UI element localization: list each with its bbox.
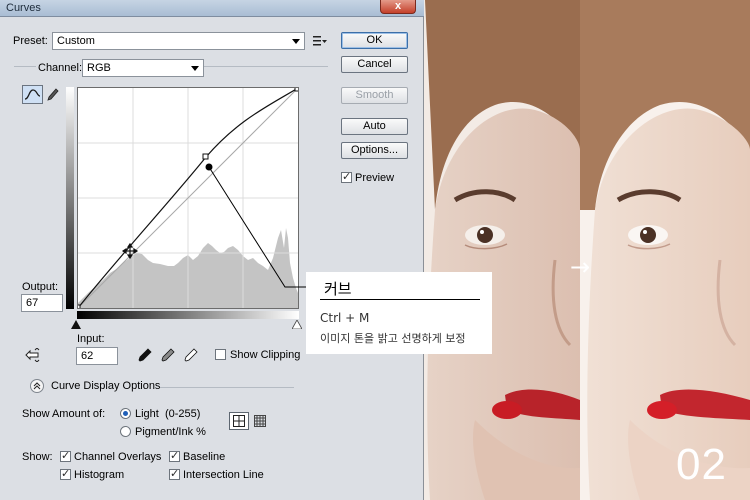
- pencil-icon[interactable]: [45, 86, 61, 103]
- ok-button[interactable]: OK: [341, 32, 408, 49]
- channel-select[interactable]: RGB: [82, 59, 204, 77]
- output-label: Output:: [22, 281, 59, 293]
- after-photo: [580, 0, 750, 500]
- simple-grid-icon[interactable]: [229, 412, 249, 430]
- baseline-label: Baseline: [183, 451, 226, 463]
- curve-point-tool-icon[interactable]: [22, 85, 43, 104]
- channel-overlays-label: Channel Overlays: [74, 451, 162, 463]
- callout-title: 커브: [324, 280, 352, 298]
- preset-select[interactable]: Custom: [52, 32, 305, 50]
- options-button[interactable]: Options...: [341, 142, 408, 159]
- black-point-eyedropper-icon[interactable]: [137, 347, 153, 363]
- callout-rule: [320, 299, 480, 300]
- light-radio[interactable]: [120, 408, 131, 419]
- options-separator: [160, 387, 294, 388]
- curve-point-white[interactable]: [294, 86, 300, 92]
- input-field[interactable]: 62: [76, 347, 118, 365]
- input-gradient-bar: [77, 311, 299, 319]
- callout-description: 이미지 톤을 밝고 선명하게 보정: [320, 332, 466, 345]
- preview-label: Preview: [355, 172, 395, 184]
- before-after-arrow: →: [569, 253, 591, 281]
- histogram-label: Histogram: [74, 469, 125, 481]
- before-photo: [415, 0, 580, 500]
- detailed-grid-icon[interactable]: [252, 412, 268, 430]
- show-clipping-checkbox[interactable]: [215, 349, 226, 360]
- cancel-button[interactable]: Cancel: [341, 56, 408, 73]
- show-label: Show:: [22, 451, 53, 463]
- pigment-radio[interactable]: [120, 426, 131, 437]
- baseline-checkbox[interactable]: [169, 449, 180, 462]
- input-label: Input:: [77, 333, 105, 345]
- smooth-button[interactable]: Smooth: [341, 87, 408, 104]
- callout-shortcut: Ctrl + M: [320, 311, 370, 325]
- auto-button[interactable]: Auto: [341, 118, 408, 135]
- collapse-options-icon[interactable]: [30, 379, 44, 393]
- show-amount-label: Show Amount of:: [22, 408, 106, 420]
- gray-point-eyedropper-icon[interactable]: [160, 347, 176, 363]
- curve-point-mid[interactable]: [202, 153, 209, 160]
- curve-display-options-label[interactable]: Curve Display Options: [51, 380, 160, 392]
- channel-value: RGB: [87, 62, 111, 74]
- chevron-down-icon: [191, 66, 199, 71]
- channel-overlays-checkbox[interactable]: [60, 449, 71, 462]
- output-field[interactable]: 67: [21, 294, 63, 312]
- preset-value: Custom: [57, 35, 95, 47]
- output-gradient-bar: [66, 87, 74, 309]
- preset-label: Preset:: [13, 35, 48, 47]
- white-point-slider[interactable]: [292, 320, 302, 329]
- preview-checkbox[interactable]: [341, 170, 352, 183]
- curve-graph[interactable]: [75, 86, 300, 310]
- white-point-eyedropper-icon[interactable]: [183, 347, 199, 363]
- black-point-slider[interactable]: [71, 320, 81, 329]
- curves-dialog: Curves x Preset: Custom Channel: RGB Out…: [0, 0, 424, 500]
- intersection-line-label: Intersection Line: [183, 469, 264, 481]
- curve-graph-svg[interactable]: [75, 86, 300, 310]
- show-clipping-label: Show Clipping: [230, 349, 301, 361]
- chevron-down-icon: [292, 39, 300, 44]
- intersection-line-checkbox[interactable]: [169, 467, 180, 480]
- channel-label: Channel:: [36, 62, 85, 74]
- histogram-checkbox[interactable]: [60, 467, 71, 480]
- curve-point-black[interactable]: [75, 304, 81, 310]
- light-radio-label: Light (0-255): [135, 408, 201, 420]
- title-bar: Curves x: [0, 0, 424, 17]
- pigment-radio-label: Pigment/Ink %: [135, 426, 206, 438]
- close-button[interactable]: x: [380, 0, 416, 14]
- window-title: Curves: [6, 2, 41, 14]
- preset-options-icon[interactable]: [312, 33, 328, 49]
- annotation-callout: 커브 Ctrl + M 이미지 톤을 밝고 선명하게 보정: [306, 272, 492, 354]
- on-image-adjustment-icon[interactable]: [23, 346, 43, 364]
- step-number: 02: [676, 440, 727, 489]
